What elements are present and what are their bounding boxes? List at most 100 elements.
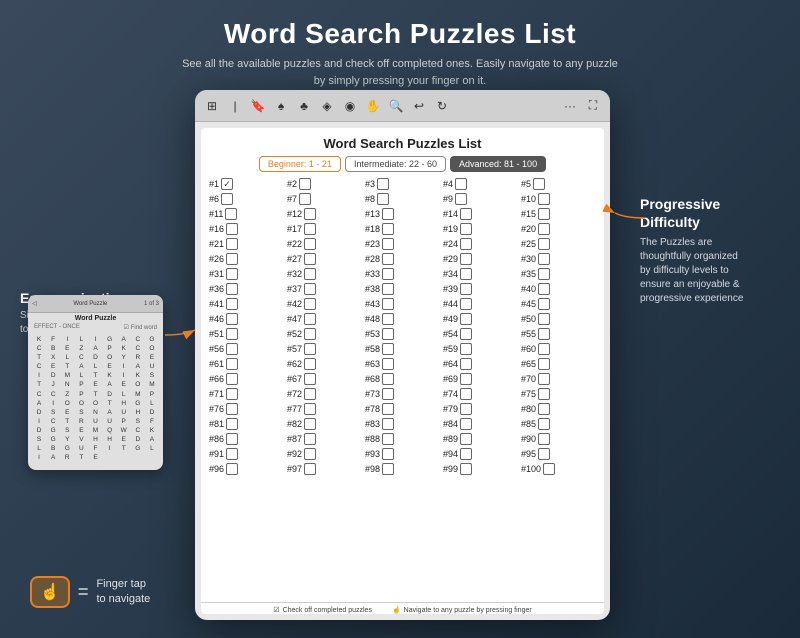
puzzle-item[interactable]: #94 (443, 448, 518, 460)
puzzle-item[interactable]: #6 (209, 193, 284, 205)
rotate-icon[interactable]: ↻ (433, 97, 451, 115)
puzzle-item[interactable]: #97 (287, 463, 362, 475)
puzzle-item[interactable]: #64 (443, 358, 518, 370)
puzzle-item[interactable]: #60 (521, 343, 596, 355)
puzzle-item[interactable]: #100 (521, 463, 596, 475)
puzzle-item[interactable]: #99 (443, 463, 518, 475)
puzzle-item[interactable]: #87 (287, 433, 362, 445)
puzzle-item[interactable]: #88 (365, 433, 440, 445)
puzzle-item[interactable]: #86 (209, 433, 284, 445)
puzzle-item[interactable]: #19 (443, 223, 518, 235)
puzzle-item[interactable]: #49 (443, 313, 518, 325)
puzzle-item[interactable]: #13 (365, 208, 440, 220)
puzzle-item[interactable]: #71 (209, 388, 284, 400)
puzzle-item[interactable]: #1 (209, 178, 284, 190)
puzzle-item[interactable]: #96 (209, 463, 284, 475)
puzzle-item[interactable]: #93 (365, 448, 440, 460)
puzzle-item[interactable]: #32 (287, 268, 362, 280)
puzzle-item[interactable]: #30 (521, 253, 596, 265)
puzzle-item[interactable]: #45 (521, 298, 596, 310)
puzzle-item[interactable]: #67 (287, 373, 362, 385)
puzzle-item[interactable]: #14 (443, 208, 518, 220)
puzzle-item[interactable]: #95 (521, 448, 596, 460)
puzzle-item[interactable]: #38 (365, 283, 440, 295)
puzzle-item[interactable]: #35 (521, 268, 596, 280)
puzzle-item[interactable]: #4 (443, 178, 518, 190)
puzzle-item[interactable]: #31 (209, 268, 284, 280)
puzzle-item[interactable]: #10 (521, 193, 596, 205)
puzzle-item[interactable]: #84 (443, 418, 518, 430)
puzzle-item[interactable]: #20 (521, 223, 596, 235)
puzzle-item[interactable]: #39 (443, 283, 518, 295)
bookmark-icon[interactable]: 🔖 (249, 97, 267, 115)
spade-icon[interactable]: ♠ (272, 97, 290, 115)
puzzle-item[interactable]: #5 (521, 178, 596, 190)
puzzle-item[interactable]: #33 (365, 268, 440, 280)
puzzle-item[interactable]: #85 (521, 418, 596, 430)
tab-beginner[interactable]: Beginner: 1 - 21 (259, 156, 341, 172)
puzzle-item[interactable]: #36 (209, 283, 284, 295)
search-icon[interactable]: 🔍 (387, 97, 405, 115)
puzzle-item[interactable]: #43 (365, 298, 440, 310)
puzzle-item[interactable]: #25 (521, 238, 596, 250)
puzzle-item[interactable]: #40 (521, 283, 596, 295)
puzzle-item[interactable]: #79 (443, 403, 518, 415)
puzzle-item[interactable]: #46 (209, 313, 284, 325)
puzzle-item[interactable]: #16 (209, 223, 284, 235)
puzzle-item[interactable]: #58 (365, 343, 440, 355)
puzzle-item[interactable]: #53 (365, 328, 440, 340)
puzzle-item[interactable]: #90 (521, 433, 596, 445)
puzzle-item[interactable]: #50 (521, 313, 596, 325)
puzzle-item[interactable]: #75 (521, 388, 596, 400)
puzzle-item[interactable]: #12 (287, 208, 362, 220)
more-icon[interactable]: ··· (561, 97, 579, 115)
puzzle-item[interactable]: #61 (209, 358, 284, 370)
puzzle-item[interactable]: #23 (365, 238, 440, 250)
puzzle-item[interactable]: #51 (209, 328, 284, 340)
puzzle-item[interactable]: #91 (209, 448, 284, 460)
puzzle-item[interactable]: #28 (365, 253, 440, 265)
tab-intermediate[interactable]: Intermediate: 22 - 60 (345, 156, 446, 172)
puzzle-item[interactable]: #62 (287, 358, 362, 370)
puzzle-item[interactable]: #65 (521, 358, 596, 370)
puzzle-item[interactable]: #77 (287, 403, 362, 415)
puzzle-item[interactable]: #52 (287, 328, 362, 340)
puzzle-item[interactable]: #56 (209, 343, 284, 355)
puzzle-item[interactable]: #89 (443, 433, 518, 445)
puzzle-item[interactable]: #11 (209, 208, 284, 220)
puzzle-item[interactable]: #68 (365, 373, 440, 385)
puzzle-item[interactable]: #78 (365, 403, 440, 415)
club-icon[interactable]: ♣ (295, 97, 313, 115)
puzzle-item[interactable]: #92 (287, 448, 362, 460)
puzzle-item[interactable]: #63 (365, 358, 440, 370)
puzzle-item[interactable]: #82 (287, 418, 362, 430)
puzzle-item[interactable]: #55 (521, 328, 596, 340)
puzzle-item[interactable]: #15 (521, 208, 596, 220)
puzzle-item[interactable]: #37 (287, 283, 362, 295)
puzzle-item[interactable]: #59 (443, 343, 518, 355)
puzzle-item[interactable]: #27 (287, 253, 362, 265)
puzzle-item[interactable]: #54 (443, 328, 518, 340)
layers-icon[interactable]: ◉ (341, 97, 359, 115)
puzzle-item[interactable]: #72 (287, 388, 362, 400)
puzzle-item[interactable]: #83 (365, 418, 440, 430)
puzzle-item[interactable]: #70 (521, 373, 596, 385)
puzzle-item[interactable]: #3 (365, 178, 440, 190)
puzzle-item[interactable]: #22 (287, 238, 362, 250)
puzzle-item[interactable]: #48 (365, 313, 440, 325)
puzzle-item[interactable]: #34 (443, 268, 518, 280)
puzzle-item[interactable]: #29 (443, 253, 518, 265)
grid-icon[interactable]: ⊞ (203, 97, 221, 115)
puzzle-item[interactable]: #66 (209, 373, 284, 385)
puzzle-item[interactable]: #69 (443, 373, 518, 385)
puzzle-item[interactable]: #44 (443, 298, 518, 310)
puzzle-item[interactable]: #18 (365, 223, 440, 235)
eraser-icon[interactable]: ◈ (318, 97, 336, 115)
puzzle-item[interactable]: #24 (443, 238, 518, 250)
puzzle-item[interactable]: #8 (365, 193, 440, 205)
puzzle-item[interactable]: #98 (365, 463, 440, 475)
tab-advanced[interactable]: Advanced: 81 - 100 (450, 156, 546, 172)
puzzle-item[interactable]: #41 (209, 298, 284, 310)
puzzle-item[interactable]: #73 (365, 388, 440, 400)
puzzle-item[interactable]: #80 (521, 403, 596, 415)
